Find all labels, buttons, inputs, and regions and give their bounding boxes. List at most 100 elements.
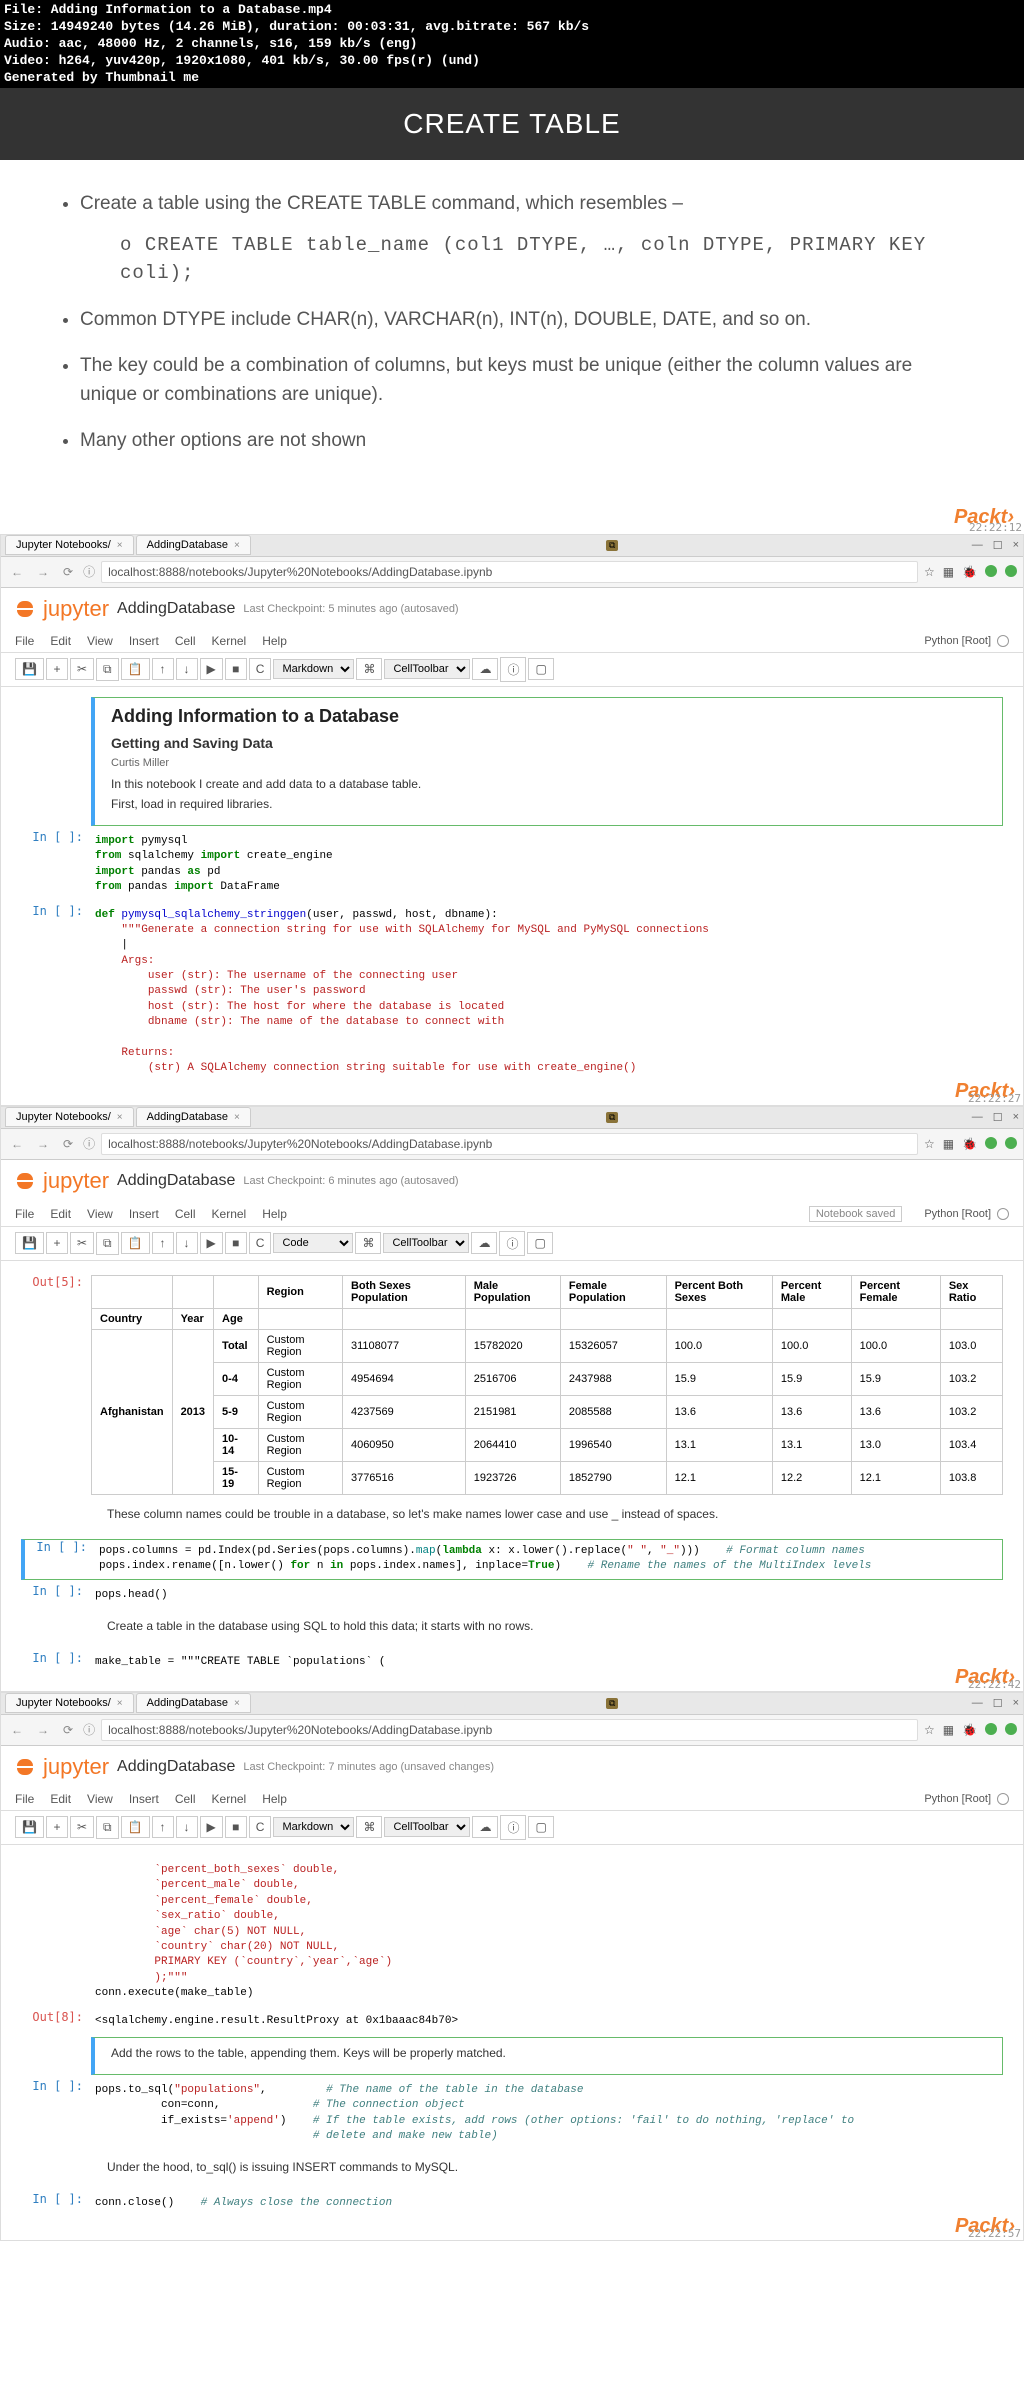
- stop-button[interactable]: ■: [225, 1232, 247, 1254]
- code-cell[interactable]: In [ ]: make_table = """CREATE TABLE `po…: [21, 1651, 1003, 1667]
- cell-toolbar-select[interactable]: CellToolbar: [384, 659, 470, 679]
- jupyter-logo-text[interactable]: jupyter: [43, 1754, 109, 1780]
- cut-button[interactable]: ✂: [70, 1232, 94, 1254]
- markdown-cell[interactable]: Adding Information to a Database Getting…: [91, 697, 1003, 826]
- ext-icon[interactable]: 🐞: [962, 1137, 977, 1151]
- ext-icon[interactable]: [985, 1723, 997, 1735]
- copy-button[interactable]: ⧉: [96, 658, 119, 681]
- maximize-icon[interactable]: ☐: [993, 1697, 1003, 1710]
- paste-button[interactable]: 📋: [121, 1816, 150, 1838]
- cmd-palette-button[interactable]: ⌘: [356, 658, 382, 680]
- ext-icon[interactable]: [985, 565, 997, 577]
- ext-icon[interactable]: [1005, 1723, 1017, 1735]
- tab-jupyter-home[interactable]: Jupyter Notebooks/×: [5, 1107, 134, 1127]
- star-icon[interactable]: ☆: [924, 565, 935, 579]
- markdown-cell[interactable]: Add the rows to the table, appending the…: [91, 2037, 1003, 2075]
- tab-notebook[interactable]: AddingDatabase×: [136, 1693, 251, 1713]
- move-down-button[interactable]: ↓: [176, 658, 198, 680]
- ext-icon[interactable]: ▦: [943, 1137, 954, 1151]
- minimize-icon[interactable]: —: [972, 539, 983, 552]
- cell-type-select[interactable]: Markdown: [273, 1817, 354, 1837]
- star-icon[interactable]: ☆: [924, 1723, 935, 1737]
- save-button[interactable]: 💾: [15, 1232, 44, 1254]
- stop-button[interactable]: ■: [225, 658, 247, 680]
- stop-button[interactable]: ■: [225, 1816, 247, 1838]
- restart-button[interactable]: C: [249, 658, 272, 680]
- copy-button[interactable]: ⧉: [96, 1232, 119, 1255]
- minimize-icon[interactable]: —: [972, 1697, 983, 1710]
- restart-button[interactable]: C: [249, 1232, 272, 1254]
- menu-insert[interactable]: Insert: [129, 1207, 159, 1221]
- ext-icon[interactable]: 🐞: [962, 565, 977, 579]
- minimize-icon[interactable]: —: [972, 1111, 983, 1124]
- info-button[interactable]: ⓘ: [499, 1231, 525, 1256]
- move-up-button[interactable]: ↑: [152, 1816, 174, 1838]
- close-window-icon[interactable]: ×: [1013, 539, 1019, 552]
- ext-icon[interactable]: ▦: [943, 565, 954, 579]
- menu-view[interactable]: View: [87, 1207, 113, 1221]
- forward-icon[interactable]: →: [33, 1137, 53, 1151]
- move-down-button[interactable]: ↓: [176, 1816, 198, 1838]
- cell-toolbar-select[interactable]: CellToolbar: [384, 1817, 470, 1837]
- code-cell[interactable]: In [ ]: pops.to_sql("populations", # The…: [21, 2079, 1003, 2149]
- paste-button[interactable]: 📋: [121, 658, 150, 680]
- menu-cell[interactable]: Cell: [175, 1792, 196, 1806]
- paste-button[interactable]: 📋: [121, 1232, 150, 1254]
- code-content[interactable]: def pymysql_sqlalchemy_stringgen(user, p…: [91, 904, 1003, 1081]
- add-cell-button[interactable]: +: [46, 1816, 68, 1838]
- tab-jupyter-home[interactable]: Jupyter Notebooks/×: [5, 1693, 134, 1713]
- tab-jupyter-home[interactable]: Jupyter Notebooks/×: [5, 535, 134, 555]
- ext-icon[interactable]: [1005, 565, 1017, 577]
- close-icon[interactable]: ×: [234, 540, 240, 551]
- menu-edit[interactable]: Edit: [50, 1792, 71, 1806]
- close-icon[interactable]: ×: [234, 1112, 240, 1123]
- jupyter-logo-text[interactable]: jupyter: [43, 596, 109, 622]
- close-icon[interactable]: ×: [117, 540, 123, 551]
- menu-cell[interactable]: Cell: [175, 634, 196, 648]
- code-fragment[interactable]: `percent_both_sexes` double, `percent_ma…: [91, 1859, 1003, 2006]
- notebook-name[interactable]: AddingDatabase: [117, 1172, 235, 1190]
- save-button[interactable]: 💾: [15, 658, 44, 680]
- ext-icon[interactable]: [985, 1137, 997, 1149]
- present-button[interactable]: ▢: [527, 1232, 552, 1254]
- cut-button[interactable]: ✂: [70, 658, 94, 680]
- code-cell[interactable]: In [ ]: pops.head(): [21, 1584, 1003, 1607]
- menu-cell[interactable]: Cell: [175, 1207, 196, 1221]
- present-button[interactable]: ▢: [528, 658, 553, 680]
- back-icon[interactable]: ←: [7, 1723, 27, 1737]
- cmd-palette-button[interactable]: ⌘: [355, 1232, 381, 1254]
- menu-insert[interactable]: Insert: [129, 634, 159, 648]
- menu-kernel[interactable]: Kernel: [212, 634, 247, 648]
- ext-icon[interactable]: [1005, 1137, 1017, 1149]
- cmd-palette-button[interactable]: ⌘: [356, 1816, 382, 1838]
- run-button[interactable]: ▶: [200, 1232, 223, 1254]
- close-window-icon[interactable]: ×: [1013, 1697, 1019, 1710]
- code-cell[interactable]: In [ ]: conn.close() # Always close the …: [21, 2192, 1003, 2215]
- run-button[interactable]: ▶: [200, 1816, 223, 1838]
- ext-icon[interactable]: 🐞: [962, 1723, 977, 1737]
- menu-file[interactable]: File: [15, 1792, 34, 1806]
- menu-help[interactable]: Help: [262, 1207, 287, 1221]
- save-button[interactable]: 💾: [15, 1816, 44, 1838]
- code-content[interactable]: import pymysql from sqlalchemy import cr…: [91, 830, 1003, 900]
- forward-icon[interactable]: →: [33, 1723, 53, 1737]
- menu-help[interactable]: Help: [262, 1792, 287, 1806]
- info-button[interactable]: ⓘ: [500, 1815, 526, 1840]
- code-cell[interactable]: In [ ]: import pymysql from sqlalchemy i…: [21, 830, 1003, 900]
- info-button[interactable]: ⓘ: [500, 657, 526, 682]
- menu-edit[interactable]: Edit: [50, 634, 71, 648]
- cell-type-select[interactable]: Code: [273, 1233, 353, 1253]
- cell-type-select[interactable]: Markdown: [273, 659, 354, 679]
- jupyter-logo-text[interactable]: jupyter: [43, 1168, 109, 1194]
- ext-icon[interactable]: ▦: [943, 1723, 954, 1737]
- close-icon[interactable]: ×: [117, 1112, 123, 1123]
- move-up-button[interactable]: ↑: [152, 1232, 174, 1254]
- move-up-button[interactable]: ↑: [152, 658, 174, 680]
- menu-kernel[interactable]: Kernel: [212, 1792, 247, 1806]
- tab-notebook[interactable]: AddingDatabase×: [136, 535, 251, 555]
- star-icon[interactable]: ☆: [924, 1137, 935, 1151]
- menu-file[interactable]: File: [15, 634, 34, 648]
- cut-button[interactable]: ✂: [70, 1816, 94, 1838]
- menu-help[interactable]: Help: [262, 634, 287, 648]
- notebook-name[interactable]: AddingDatabase: [117, 1758, 235, 1776]
